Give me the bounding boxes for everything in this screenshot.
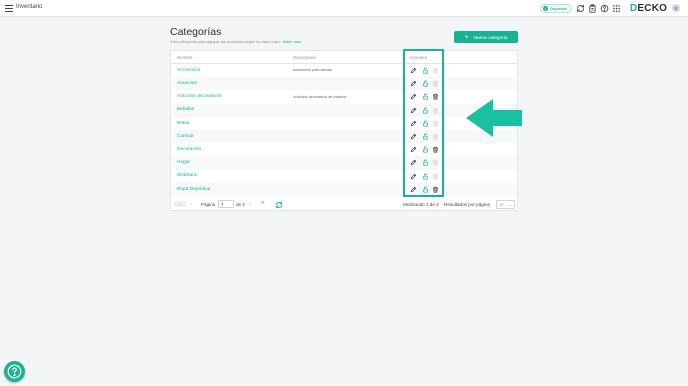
column-header-description: Descripción <box>293 55 316 60</box>
category-description: Accesorios para damas <box>293 68 332 73</box>
top-bar: Inventario ✓ Disponible DECKO E <box>0 0 688 17</box>
page-total-label: de 2 <box>236 201 245 207</box>
new-category-button[interactable]: + Nueva categoría <box>454 31 518 43</box>
table-row: Mobiliario <box>171 170 517 183</box>
first-page-button[interactable]: « <box>174 201 186 207</box>
category-name-link[interactable]: Accesorios <box>177 68 200 73</box>
trash-icon <box>432 133 439 140</box>
edit-icon[interactable] <box>410 67 417 74</box>
table-row: Hogar <box>171 156 517 170</box>
trash-icon <box>432 173 439 180</box>
table-row: Anuncios <box>171 77 517 91</box>
arrow-left-icon <box>466 99 522 137</box>
category-name-link[interactable]: Bebidas <box>177 107 194 112</box>
next-page-button[interactable]: › <box>249 201 251 206</box>
refresh-icon[interactable] <box>275 201 283 209</box>
trash-icon <box>432 159 439 166</box>
lock-icon[interactable] <box>422 67 429 74</box>
edit-icon[interactable] <box>410 186 417 193</box>
trash-icon <box>432 120 439 127</box>
help-circle-icon[interactable] <box>600 4 609 13</box>
edit-icon[interactable] <box>410 80 417 87</box>
clipboard-icon[interactable] <box>588 4 597 13</box>
category-name-link[interactable]: Ropa Deportiva <box>177 187 210 192</box>
category-name-link[interactable]: Mobiliario <box>177 173 198 178</box>
status-label: Disponible <box>550 6 567 11</box>
showing-label: Mostrando 1 de 2 <box>403 201 439 207</box>
page-subtitle-text: Crea categorías para agrupar tus product… <box>170 40 282 44</box>
table-row: Ropa Deportiva <box>171 182 517 196</box>
lock-icon[interactable] <box>422 93 429 100</box>
edit-icon[interactable] <box>410 173 417 180</box>
page-number-input[interactable]: 1 <box>218 200 234 208</box>
table-row: Decoración <box>171 143 517 156</box>
lock-icon[interactable] <box>422 173 429 180</box>
edit-icon[interactable] <box>410 107 417 114</box>
results-per-page-value: 10 <box>499 201 504 207</box>
last-page-button[interactable]: » <box>261 200 265 206</box>
pagination: « ‹ Página 1 de 2 › » Mostrando 1 de 2 R… <box>171 197 517 212</box>
trash-icon <box>432 107 439 114</box>
trash-icon[interactable] <box>432 146 439 153</box>
prev-page-button[interactable]: ‹ <box>191 201 192 206</box>
results-per-page-label: Resultados por página <box>444 201 490 207</box>
category-name-link[interactable]: Anuncios <box>177 81 197 86</box>
plus-icon: + <box>464 33 469 41</box>
category-name-link[interactable]: Hogar <box>177 160 190 165</box>
table-row: Accesorios Accesorios para damas <box>171 64 517 77</box>
app-title: Inventario <box>16 4 43 10</box>
new-category-button-label: Nueva categoría <box>473 34 508 40</box>
edit-icon[interactable] <box>410 133 417 140</box>
lock-icon[interactable] <box>422 107 429 114</box>
lock-icon[interactable] <box>422 80 429 87</box>
column-header-actions: Acciones <box>409 55 427 60</box>
category-description: Artículos decorativos de madera <box>293 94 346 99</box>
edit-icon[interactable] <box>410 159 417 166</box>
trash-icon[interactable] <box>432 186 439 193</box>
category-name-link[interactable]: Artículos decorativos <box>177 94 222 99</box>
trash-icon <box>432 67 439 74</box>
page-label: Página <box>201 201 216 207</box>
learn-more-link[interactable]: Saber más. <box>283 40 302 44</box>
sync-icon[interactable] <box>576 4 585 13</box>
chevron-down-icon: ⌄ <box>508 201 512 207</box>
lock-icon[interactable] <box>422 133 429 140</box>
page-title: Categorías <box>170 26 222 38</box>
trash-icon <box>432 80 439 87</box>
apps-grid-icon[interactable] <box>612 4 621 13</box>
lock-icon[interactable] <box>422 186 429 193</box>
edit-icon[interactable] <box>410 120 417 127</box>
menu-icon[interactable] <box>5 5 13 12</box>
lock-icon[interactable] <box>422 120 429 127</box>
check-icon: ✓ <box>543 6 548 11</box>
brand-logo-rest: ECKO <box>637 3 668 14</box>
category-name-link[interactable]: Comida <box>177 134 194 139</box>
trash-icon[interactable] <box>432 93 439 100</box>
edit-icon[interactable] <box>410 146 417 153</box>
table-header: Nombre Descripción Acciones <box>171 51 517 64</box>
lock-icon[interactable] <box>422 159 429 166</box>
help-chat-button[interactable] <box>4 361 25 382</box>
status-badge[interactable]: ✓ Disponible <box>540 4 572 13</box>
help-circle-icon <box>7 364 22 379</box>
page-subtitle: Crea categorías para agrupar tus product… <box>170 40 302 44</box>
category-name-link[interactable]: Botas <box>177 121 189 126</box>
category-name-link[interactable]: Decoración <box>177 147 201 152</box>
column-header-name: Nombre <box>177 55 193 60</box>
edit-icon[interactable] <box>410 93 417 100</box>
brand-logo[interactable]: DECKO <box>630 3 667 14</box>
lock-icon[interactable] <box>422 146 429 153</box>
results-per-page-select[interactable]: 10 ⌄ <box>496 199 515 209</box>
avatar[interactable]: E <box>672 4 680 12</box>
